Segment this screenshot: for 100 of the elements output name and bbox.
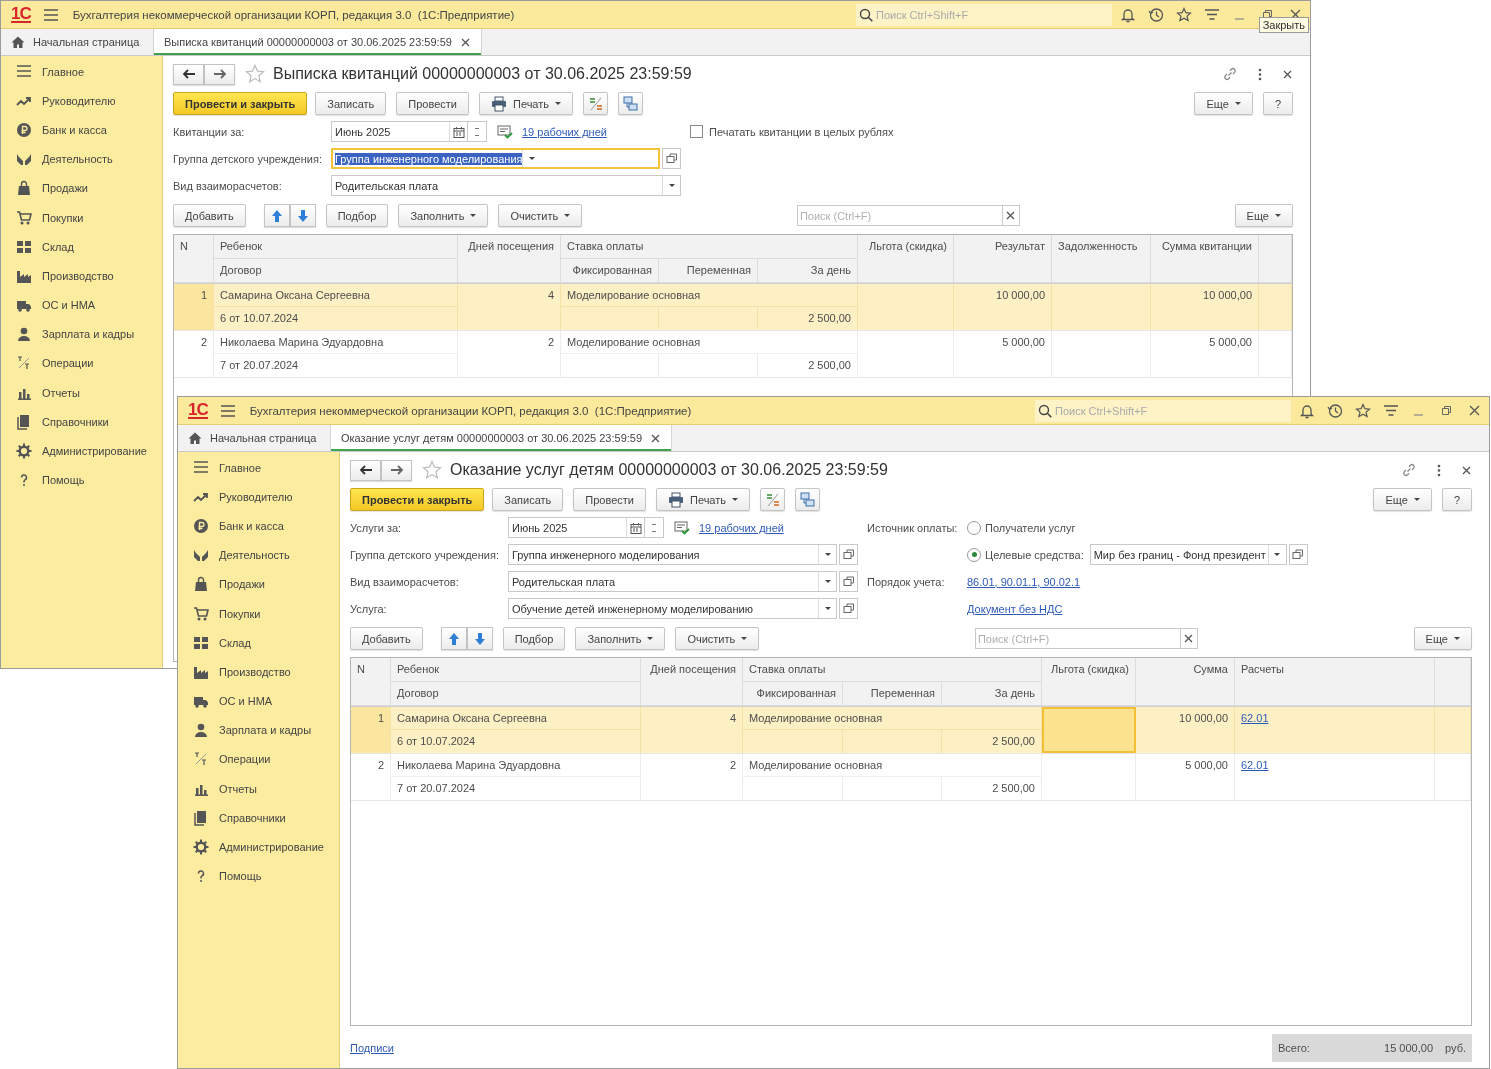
date-field[interactable]: Июнь 2025 <box>331 121 468 142</box>
sidebar-item[interactable]: Зарплата и кадры <box>1 319 162 349</box>
caret-icon[interactable] <box>824 607 831 610</box>
more-button[interactable]: Еще <box>1234 204 1293 227</box>
sidebar-item[interactable]: Банк и касса <box>1 115 162 145</box>
open-button[interactable] <box>839 598 858 619</box>
ledger-button[interactable] <box>760 488 786 511</box>
move-up-button[interactable] <box>263 204 290 227</box>
table-row[interactable]: 1 Самарина Оксана Сергеевна 6 от 10.07.2024 4 Моделирование основная 2 500,00 10 000,00 10 000,00 <box>174 284 1292 331</box>
structure-button[interactable] <box>618 92 644 115</box>
sidebar-item[interactable]: Администрирование <box>1 436 162 466</box>
more-icon[interactable] <box>1258 67 1262 81</box>
sidebar-item[interactable]: Отчеты <box>178 774 339 804</box>
open-button[interactable] <box>839 544 858 565</box>
history-icon[interactable] <box>1327 402 1343 419</box>
sidebar-item[interactable]: Продажи <box>1 173 162 203</box>
sidebar-item[interactable]: Деятельность <box>178 540 339 570</box>
sidebar-item[interactable]: Покупки <box>178 598 339 629</box>
sidebar-item[interactable]: Главное <box>1 57 162 87</box>
calendar-icon[interactable] <box>629 521 642 534</box>
bell-icon[interactable] <box>1120 6 1136 23</box>
link-icon[interactable] <box>1222 66 1238 82</box>
sidebar-item[interactable]: Отчеты <box>1 378 162 408</box>
table-row[interactable]: 2 Николаева Марина Эдуардовна 7 от 20.07.2024 2 Моделирование основная 2 500,00 5 000,00 62.01 <box>351 754 1471 801</box>
bell-icon[interactable] <box>1299 402 1315 419</box>
close-icon[interactable] <box>459 36 471 48</box>
sidebar-item[interactable]: Продажи <box>178 569 339 599</box>
toolbar-button[interactable]: Добавить <box>173 204 246 227</box>
sidebar-item[interactable]: Главное <box>178 453 339 483</box>
forward-button[interactable] <box>381 459 412 481</box>
sidebar-item[interactable]: Банк и касса <box>178 511 339 541</box>
toolbar-button[interactable]: Записать <box>492 488 564 511</box>
menu-icon[interactable] <box>219 403 236 418</box>
more-button[interactable]: Еще <box>1413 627 1472 650</box>
sidebar-item[interactable]: Администрирование <box>178 832 339 862</box>
calendar-icon[interactable] <box>452 125 465 138</box>
more-button[interactable]: Еще <box>1194 92 1253 115</box>
star-icon[interactable] <box>1355 402 1371 419</box>
open-button[interactable] <box>662 148 681 169</box>
radio-button[interactable] <box>967 520 981 535</box>
forward-button[interactable] <box>204 63 235 85</box>
star-icon[interactable] <box>245 64 265 84</box>
select-field[interactable]: Группа инженерного моделирования <box>331 148 660 169</box>
link[interactable]: Документ без НДС <box>967 602 1063 615</box>
toolbar-button[interactable]: Записать <box>315 92 387 115</box>
primary-button[interactable]: Провести и закрыть <box>350 488 485 511</box>
more-icon[interactable] <box>1437 463 1441 477</box>
date-field[interactable]: Июнь 2025 <box>508 517 645 538</box>
menu-button[interactable]: Очистить <box>498 204 583 227</box>
toolbar-button[interactable]: Провести <box>396 92 469 115</box>
sidebar-item[interactable]: Склад <box>1 232 162 262</box>
checkbox[interactable] <box>690 125 703 138</box>
clear-button[interactable] <box>1002 205 1020 226</box>
sidebar-item[interactable]: Зарплата и кадры <box>178 715 339 745</box>
print-button[interactable]: Печать <box>479 92 574 115</box>
structure-button[interactable] <box>795 488 821 511</box>
close-icon[interactable] <box>1461 464 1472 476</box>
open-button[interactable] <box>1288 544 1308 565</box>
help-button[interactable]: ? <box>1262 92 1293 115</box>
caret-icon[interactable] <box>1274 553 1281 556</box>
link[interactable]: Подписи <box>350 1042 394 1054</box>
sidebar-item[interactable]: Покупки <box>1 202 162 233</box>
move-down-button[interactable] <box>289 204 316 227</box>
close-icon[interactable] <box>1282 68 1293 80</box>
sidebar-item[interactable]: Производство <box>178 657 339 687</box>
tab[interactable]: Оказание услуг детям 00000000003 от 30.06.2025 23:59:59 <box>331 425 673 451</box>
sidebar-item[interactable]: Помощь <box>178 861 339 891</box>
link[interactable]: 19 рабочих дней <box>522 125 607 138</box>
toolbar-button[interactable]: Подбор <box>502 627 566 650</box>
sidebar-item[interactable]: Операции <box>178 744 339 775</box>
sidebar-item[interactable]: ОС и НМА <box>178 686 339 716</box>
tab[interactable]: Выписка квитанций 00000000003 от 30.06.2025 23:59:59 <box>154 29 482 55</box>
caret-icon[interactable] <box>824 553 831 556</box>
back-button[interactable] <box>173 63 204 85</box>
help-button[interactable]: ? <box>1441 488 1472 511</box>
select-field[interactable]: Родительская плата <box>508 571 837 592</box>
checklist-icon[interactable] <box>674 520 690 535</box>
print-button[interactable]: Печать <box>656 488 751 511</box>
toolbar-button[interactable]: Провести <box>573 488 646 511</box>
menu-button[interactable]: Заполнить <box>575 627 666 650</box>
sidebar-item[interactable]: Руководителю <box>178 482 339 512</box>
link[interactable]: 19 рабочих дней <box>699 521 784 534</box>
link-icon[interactable] <box>1401 462 1417 478</box>
link[interactable]: 62.01 <box>1241 759 1269 771</box>
sidebar-item[interactable]: Помощь <box>1 465 162 495</box>
ledger-button[interactable] <box>583 92 609 115</box>
primary-button[interactable]: Провести и закрыть <box>173 92 308 115</box>
back-button[interactable] <box>350 459 381 481</box>
caret-icon[interactable] <box>529 157 535 160</box>
filter-icon[interactable] <box>1204 6 1220 23</box>
sidebar-item[interactable]: ОС и НМА <box>1 290 162 320</box>
filter-icon[interactable] <box>1383 402 1399 419</box>
sidebar-item[interactable]: Операции <box>1 348 162 379</box>
sidebar-item[interactable]: Справочники <box>178 803 339 833</box>
sidebar-item[interactable]: Склад <box>178 628 339 658</box>
caret-icon[interactable] <box>824 580 831 583</box>
checklist-icon[interactable] <box>497 124 513 139</box>
select-field[interactable]: Группа инженерного моделирования <box>508 544 837 565</box>
history-icon[interactable] <box>1148 6 1164 23</box>
sidebar-item[interactable]: Руководителю <box>1 86 162 116</box>
